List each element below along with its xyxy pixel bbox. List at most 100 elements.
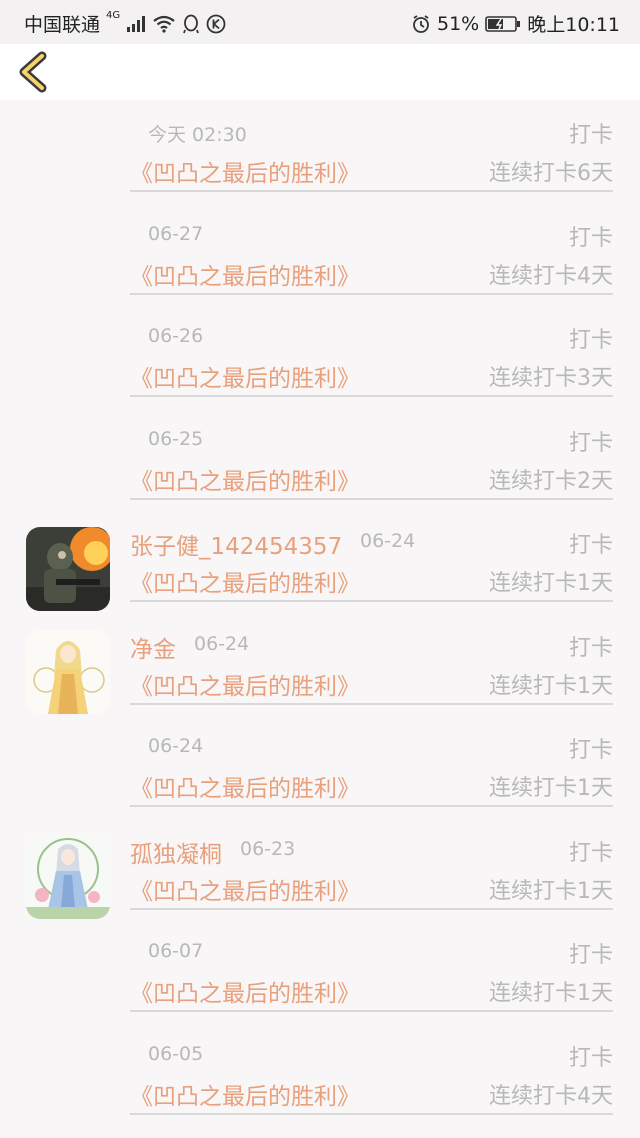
entry-header: 06-05 打卡 bbox=[130, 1040, 613, 1071]
carrier-label: 中国联通 bbox=[24, 14, 101, 36]
streak-label: 连续打卡1天 bbox=[489, 878, 613, 904]
divider bbox=[130, 1010, 613, 1012]
streak-label: 连续打卡1天 bbox=[489, 981, 613, 1006]
avatar[interactable] bbox=[26, 834, 110, 919]
book-title[interactable]: 《凹凸之最后的胜利》 bbox=[130, 564, 360, 598]
streak-label: 连续打卡4天 bbox=[489, 263, 613, 289]
back-button[interactable] bbox=[14, 50, 58, 94]
entry-date: 06-07 bbox=[148, 940, 204, 962]
divider bbox=[130, 190, 613, 192]
entry-header: 06-26 打卡 bbox=[130, 322, 613, 353]
list-item[interactable]: 06-07 打卡《凹凸之最后的胜利》 连续打卡1天 bbox=[0, 920, 640, 1023]
status-bar: 中国联通 4G 51% 晚上10:11 bbox=[0, 0, 640, 44]
entry-body: 《凹凸之最后的胜利》 连续打卡4天 bbox=[130, 1077, 613, 1111]
battery-percent: 51% bbox=[437, 12, 480, 35]
network-label: 4G bbox=[106, 10, 121, 21]
book-title[interactable]: 《凹凸之最后的胜利》 bbox=[130, 872, 360, 906]
chevron-left-icon bbox=[19, 51, 47, 93]
book-title[interactable]: 《凹凸之最后的胜利》 bbox=[130, 667, 360, 701]
entry-header: 今天 02:30 打卡 bbox=[130, 117, 613, 148]
list-item[interactable]: 06-24 打卡《凹凸之最后的胜利》 连续打卡1天 bbox=[0, 715, 640, 818]
entry-body: 《凹凸之最后的胜利》 连续打卡3天 bbox=[130, 359, 613, 393]
entry-date: 06-24 bbox=[360, 530, 416, 552]
signal-icon bbox=[127, 15, 146, 32]
streak-label: 连续打卡4天 bbox=[489, 1083, 613, 1109]
entry-date: 06-05 bbox=[148, 1042, 204, 1065]
divider bbox=[130, 805, 613, 807]
list-item[interactable]: 06-27 打卡《凹凸之最后的胜利》 连续打卡4天 bbox=[0, 203, 640, 306]
checkin-label: 打卡 bbox=[568, 738, 613, 763]
checkin-label: 打卡 bbox=[568, 943, 613, 968]
wifi-icon bbox=[153, 15, 175, 33]
checkin-list: 今天 02:30 打卡 《凹凸之最后的胜利》 连续打卡6天 06-27 打卡 《凹凸之最后的… bbox=[0, 100, 640, 1125]
book-title[interactable]: 《凹凸之最后的胜利》 bbox=[130, 359, 360, 393]
avatar[interactable] bbox=[26, 527, 110, 611]
list-item[interactable]: 净金 06-24 打卡《凹凸之最后的胜利》 连续打卡1天 bbox=[0, 613, 640, 716]
entry-body: 《凹凸之最后的胜利》 连续打卡2天 bbox=[130, 462, 613, 496]
streak-label: 连续打卡6天 bbox=[489, 161, 613, 186]
entry-date: 06-24 bbox=[148, 735, 204, 757]
entry-date: 今天 02:30 bbox=[148, 124, 247, 146]
entry-date: 06-23 bbox=[240, 837, 296, 860]
divider bbox=[130, 600, 613, 602]
entry-header: 净金 06-24 打卡 bbox=[130, 630, 613, 663]
alarm-icon bbox=[413, 14, 429, 33]
entry-body: 《凹凸之最后的胜利》 连续打卡4天 bbox=[130, 257, 613, 291]
book-title[interactable]: 《凹凸之最后的胜利》 bbox=[130, 974, 360, 1008]
entry-header: 张子健_142454357 06-24 打卡 bbox=[130, 527, 613, 560]
entry-body: 《凹凸之最后的胜利》 连续打卡1天 bbox=[130, 974, 613, 1008]
entry-body: 《凹凸之最后的胜利》 连续打卡1天 bbox=[130, 667, 613, 701]
book-title[interactable]: 《凹凸之最后的胜利》 bbox=[130, 154, 360, 188]
entry-header: 孤独凝桐 06-23 打卡 bbox=[130, 835, 613, 868]
list-item[interactable]: 孤独凝桐 06-23 打卡《凹凸之最后的胜利》 连续打卡1天 bbox=[0, 818, 640, 921]
list-item[interactable]: 06-25 打卡《凹凸之最后的胜利》 连续打卡2天 bbox=[0, 408, 640, 511]
divider bbox=[130, 395, 613, 397]
divider bbox=[130, 907, 613, 910]
user-name[interactable]: 净金 bbox=[130, 630, 176, 664]
checkin-label: 打卡 bbox=[568, 123, 613, 148]
entry-header: 06-24 打卡 bbox=[130, 732, 613, 763]
list-item[interactable]: 今天 02:30 打卡《凹凸之最后的胜利》 连续打卡6天 bbox=[0, 100, 640, 203]
book-title[interactable]: 《凹凸之最后的胜利》 bbox=[130, 462, 360, 496]
checkin-label: 打卡 bbox=[568, 1045, 613, 1071]
checkin-label: 打卡 bbox=[568, 430, 613, 456]
list-item[interactable]: 06-26 打卡《凹凸之最后的胜利》 连续打卡3天 bbox=[0, 305, 640, 408]
entry-body: 《凹凸之最后的胜利》 连续打卡6天 bbox=[130, 154, 613, 188]
entry-body: 《凹凸之最后的胜利》 连续打卡1天 bbox=[130, 564, 613, 598]
checkin-label: 打卡 bbox=[568, 225, 613, 251]
user-name[interactable]: 张子健_142454357 bbox=[130, 527, 342, 561]
checkin-label: 打卡 bbox=[568, 840, 613, 866]
entry-header: 06-25 打卡 bbox=[130, 425, 613, 456]
entry-date: 06-26 bbox=[148, 325, 204, 347]
streak-label: 连续打卡1天 bbox=[489, 776, 613, 801]
streak-label: 连续打卡1天 bbox=[489, 571, 613, 596]
checkin-label: 打卡 bbox=[568, 533, 613, 558]
qq-icon bbox=[183, 14, 199, 33]
k-app-icon bbox=[206, 14, 226, 33]
avatar[interactable] bbox=[26, 629, 110, 714]
entry-header: 06-07 打卡 bbox=[130, 937, 613, 968]
divider bbox=[130, 702, 613, 705]
nav-bar bbox=[0, 44, 640, 100]
entry-date: 06-27 bbox=[148, 222, 204, 245]
list-item[interactable]: 06-05 打卡《凹凸之最后的胜利》 连续打卡4天 bbox=[0, 1023, 640, 1126]
streak-label: 连续打卡3天 bbox=[489, 366, 613, 391]
entry-date: 06-25 bbox=[148, 427, 204, 450]
divider bbox=[130, 292, 613, 295]
checkin-label: 打卡 bbox=[568, 328, 613, 353]
entry-date: 06-24 bbox=[194, 632, 250, 655]
user-name[interactable]: 孤独凝桐 bbox=[130, 835, 222, 869]
battery-icon bbox=[485, 15, 521, 32]
book-title[interactable]: 《凹凸之最后的胜利》 bbox=[130, 1077, 360, 1111]
checkin-label: 打卡 bbox=[568, 635, 613, 661]
entry-body: 《凹凸之最后的胜利》 连续打卡1天 bbox=[130, 872, 613, 906]
streak-label: 连续打卡1天 bbox=[489, 673, 613, 699]
streak-label: 连续打卡2天 bbox=[489, 468, 613, 494]
list-item[interactable]: 张子健_142454357 06-24 打卡《凹凸之最后的胜利》 连续打卡1天 bbox=[0, 510, 640, 613]
clock-time: 晚上10:11 bbox=[527, 14, 620, 36]
divider bbox=[130, 1112, 613, 1115]
divider bbox=[130, 497, 613, 500]
book-title[interactable]: 《凹凸之最后的胜利》 bbox=[130, 257, 360, 291]
book-title[interactable]: 《凹凸之最后的胜利》 bbox=[130, 769, 360, 803]
entry-body: 《凹凸之最后的胜利》 连续打卡1天 bbox=[130, 769, 613, 803]
